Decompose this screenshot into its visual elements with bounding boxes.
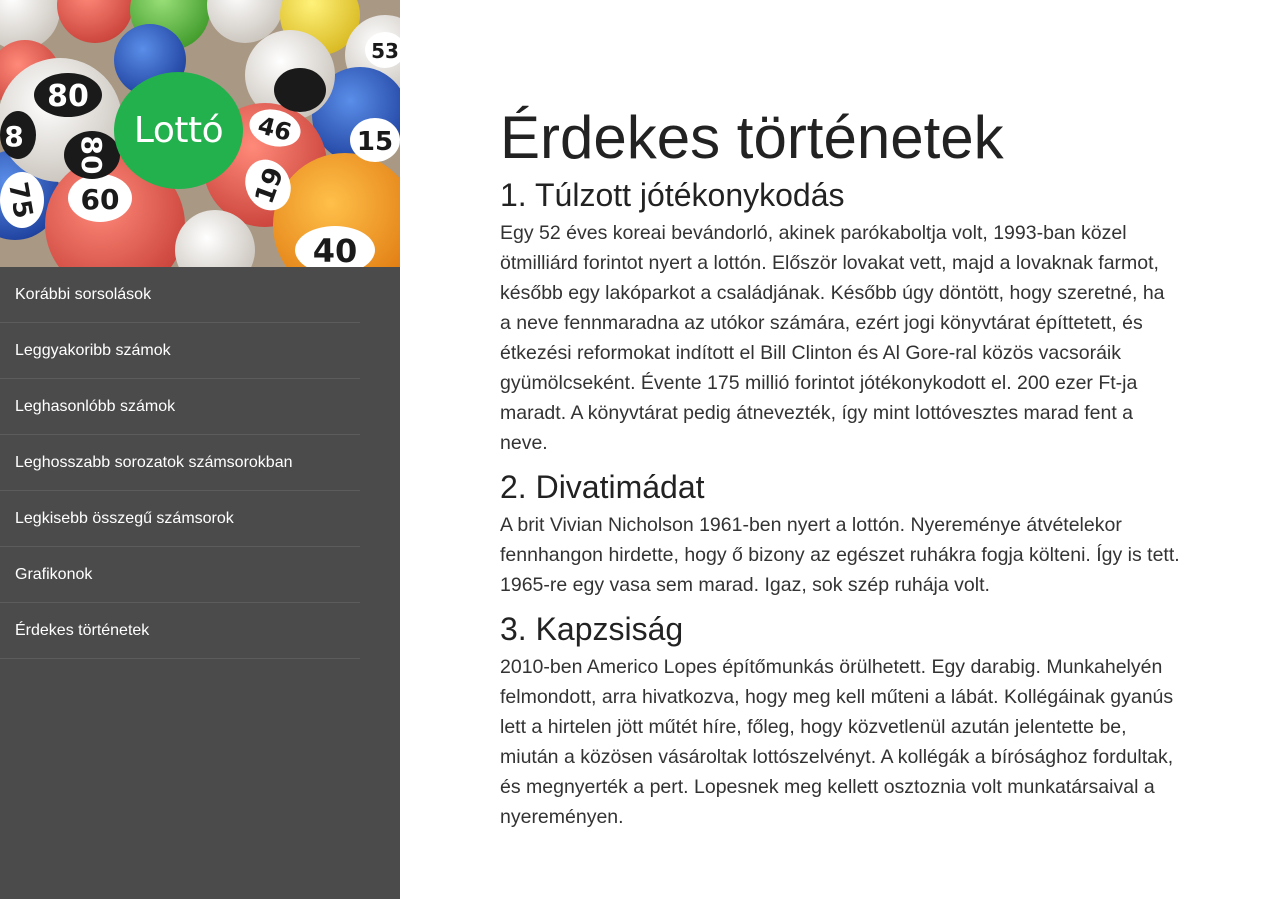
story-body: 2010-ben Americo Lopes építőmunkás örülh…: [500, 656, 1174, 828]
nav-item-korabbi-sorsolasok[interactable]: Korábbi sorsolások: [0, 267, 360, 323]
nav-item-label: Leggyakoribb számok: [15, 341, 171, 359]
story-section: 3. Kapzsiság 2010-ben Americo Lopes épít…: [500, 610, 1180, 832]
hero-image: 80 46 8 15 75 60 19 80 40 53 Lottó: [0, 0, 400, 267]
nav-item-label: Leghosszabb sorozatok számsorokban: [15, 453, 293, 471]
logo[interactable]: Lottó: [114, 72, 243, 189]
ball-number: 8: [4, 120, 23, 153]
nav-item-leggyakoribb-szamok[interactable]: Leggyakoribb számok: [0, 323, 360, 379]
nav-item-label: Korábbi sorsolások: [15, 285, 152, 303]
ball-number: 60: [81, 183, 120, 216]
nav-item-label: Legkisebb összegű számsorok: [15, 509, 234, 527]
ball-number: 53: [371, 39, 399, 63]
nav-item-leghasonlobb-szamok[interactable]: Leghasonlóbb számok: [0, 379, 360, 435]
sidebar-nav: Korábbi sorsolások Leggyakoribb számok L…: [0, 267, 400, 659]
nav-item-label: Grafikonok: [15, 565, 93, 583]
nav-item-erdekes-tortenetek[interactable]: Érdekes történetek: [0, 603, 360, 659]
story-section: 2. Divatimádat A brit Vivian Nicholson 1…: [500, 468, 1180, 600]
story-heading: 1. Túlzott jótékonykodás: [500, 177, 845, 213]
ball-number: 80: [75, 136, 108, 175]
ball-number: 75: [2, 180, 38, 221]
nav-item-leghosszabb-sorozatok[interactable]: Leghosszabb sorozatok számsorokban: [0, 435, 360, 491]
page-title: Érdekes történetek: [500, 104, 1004, 171]
logo-text: Lottó: [133, 110, 224, 151]
story-body: Egy 52 éves koreai bevándorló, akinek pa…: [500, 222, 1165, 454]
main-content: Érdekes történetek 1. Túlzott jótékonyko…: [500, 100, 1180, 842]
sidebar: 80 46 8 15 75 60 19 80 40 53 Lottó Koráb…: [0, 0, 400, 899]
ball-number: 40: [313, 232, 358, 267]
ball-number: 15: [357, 127, 393, 157]
ball-number: 80: [47, 79, 89, 114]
nav-item-legkisebb-osszegu[interactable]: Legkisebb összegű számsorok: [0, 491, 360, 547]
story-heading: 2. Divatimádat: [500, 469, 705, 505]
nav-item-grafikonok[interactable]: Grafikonok: [0, 547, 360, 603]
story-body: A brit Vivian Nicholson 1961-ben nyert a…: [500, 514, 1180, 596]
nav-item-label: Érdekes történetek: [15, 621, 150, 639]
nav-item-label: Leghasonlóbb számok: [15, 397, 176, 415]
story-section: 1. Túlzott jótékonykodás Egy 52 éves kor…: [500, 176, 1180, 458]
story-heading: 3. Kapzsiság: [500, 611, 684, 647]
